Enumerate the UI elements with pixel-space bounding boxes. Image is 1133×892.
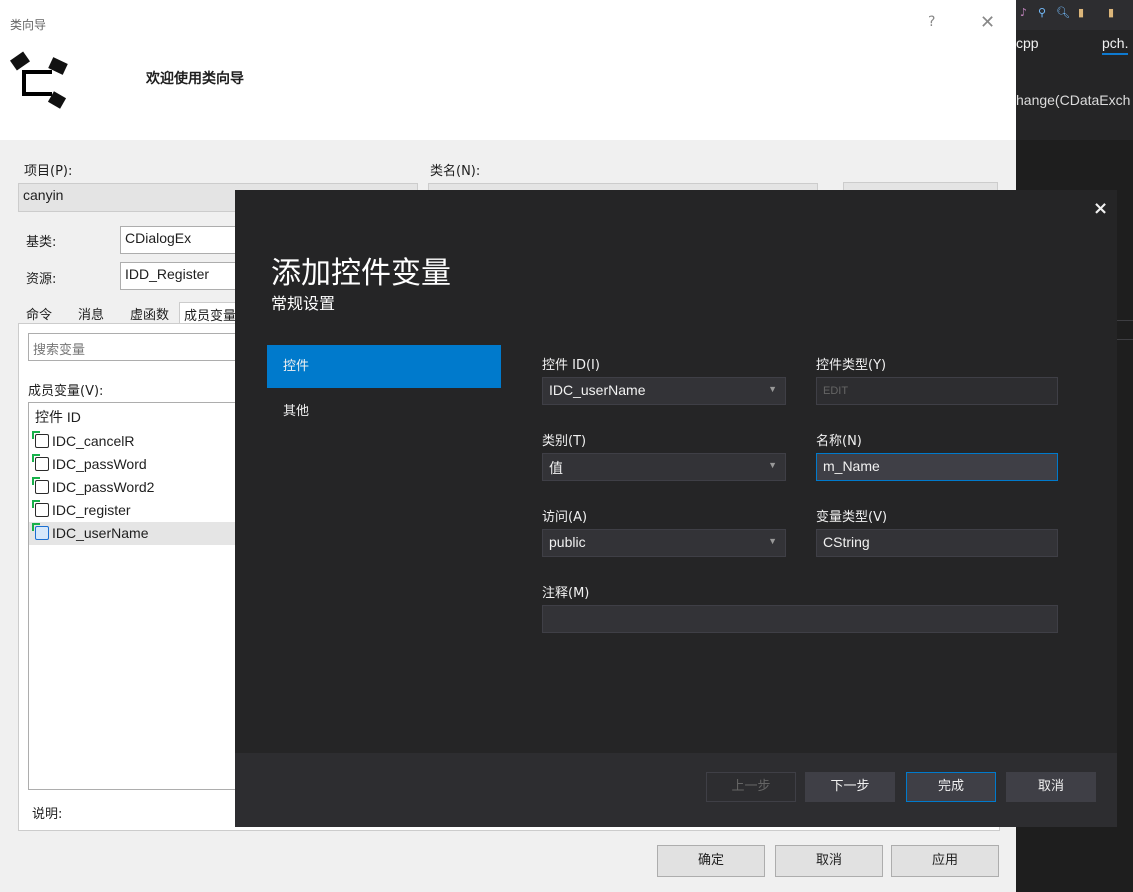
close-button[interactable]: ✕ bbox=[980, 12, 995, 33]
search-variables-input[interactable]: 搜索变量 bbox=[28, 333, 248, 361]
base-class-label: 基类: bbox=[26, 235, 57, 250]
nav-other[interactable]: 其他 bbox=[267, 390, 501, 433]
control-id-value: IDC_userName bbox=[549, 382, 646, 398]
ide-tabs: cpp pch. bbox=[1016, 30, 1133, 60]
ide-code: hange(CDataExch bbox=[1016, 60, 1133, 140]
chevron-down-icon: ▼ bbox=[768, 536, 777, 546]
finish-button[interactable]: 完成 bbox=[906, 772, 996, 802]
dialog-subtitle: 常规设置 bbox=[271, 294, 336, 313]
close-icon[interactable]: × bbox=[1093, 198, 1108, 219]
dialog-cancel-button[interactable]: 取消 bbox=[1006, 772, 1096, 802]
access-value: public bbox=[549, 534, 586, 550]
resource-label: 资源: bbox=[26, 272, 57, 287]
code-line: hange(CDataExch bbox=[1016, 92, 1131, 108]
ide-tab-pch[interactable]: pch. bbox=[1102, 35, 1129, 55]
welcome-heading: 欢迎使用类向导 bbox=[146, 71, 244, 87]
description-label: 说明: bbox=[32, 807, 63, 822]
list-item-label: IDC_cancelR bbox=[52, 433, 135, 449]
list-item[interactable]: IDC_passWord2 bbox=[29, 476, 247, 499]
control-type-field: EDIT bbox=[816, 377, 1058, 405]
apply-button[interactable]: 应用 bbox=[891, 845, 999, 877]
comment-label: 注释(M) bbox=[542, 586, 590, 601]
name-label: 名称(N) bbox=[816, 434, 862, 449]
dialog-footer: 上一步 下一步 完成 取消 bbox=[235, 753, 1117, 827]
variable-type-label: 变量类型(V) bbox=[816, 510, 888, 525]
comment-input[interactable] bbox=[542, 605, 1058, 633]
category-select[interactable]: 值 ▼ bbox=[542, 453, 786, 481]
control-icon bbox=[32, 431, 49, 448]
chevron-down-icon: ▼ bbox=[768, 460, 777, 470]
member-variables-label: 成员变量(V): bbox=[28, 384, 104, 399]
ide-toolbar: ♪ ⚲ 🔍︎ ▮ ▮ bbox=[1016, 0, 1133, 30]
name-input[interactable]: m_Name bbox=[816, 453, 1058, 481]
control-type-label: 控件类型(Y) bbox=[816, 358, 887, 373]
find-icon[interactable]: 🔍︎ bbox=[1056, 6, 1070, 19]
access-label: 访问(A) bbox=[542, 510, 588, 525]
tab-messages[interactable]: 消息 bbox=[74, 302, 108, 324]
wizard-header: 类向导 ? ✕ 欢迎使用类向导 bbox=[0, 0, 1016, 140]
control-icon bbox=[32, 500, 49, 517]
chevron-down-icon: ▼ bbox=[768, 384, 777, 394]
classname-label: 类名(N): bbox=[430, 164, 481, 179]
tab-commands[interactable]: 命令 bbox=[22, 302, 56, 324]
control-icon bbox=[32, 454, 49, 471]
toolbar-icon[interactable]: ♪ bbox=[1020, 6, 1027, 19]
project-label: 项目(P): bbox=[24, 164, 73, 179]
list-item[interactable]: IDC_register bbox=[29, 499, 247, 522]
tab-member-variables[interactable]: 成员变量 bbox=[179, 302, 239, 324]
ide-tab-cpp[interactable]: cpp bbox=[1016, 35, 1039, 51]
file-icon[interactable]: ▮ bbox=[1108, 6, 1114, 19]
list-item[interactable]: IDC_passWord bbox=[29, 453, 247, 476]
control-icon bbox=[32, 523, 49, 540]
control-id-select[interactable]: IDC_userName ▼ bbox=[542, 377, 786, 405]
list-item-selected[interactable]: IDC_userName bbox=[29, 522, 247, 545]
category-value: 值 bbox=[549, 460, 563, 476]
list-column-header[interactable]: 控件 ID bbox=[35, 407, 81, 427]
control-icon bbox=[32, 477, 49, 494]
list-item-label: IDC_userName bbox=[52, 525, 149, 541]
list-item-label: IDC_register bbox=[52, 502, 131, 518]
tab-virtual-functions[interactable]: 虚函数 bbox=[126, 302, 173, 324]
folder-icon[interactable]: ▮ bbox=[1078, 6, 1084, 19]
add-control-variable-dialog: × 添加控件变量 常规设置 控件 其他 控件 ID(I) IDC_userNam… bbox=[235, 190, 1117, 827]
class-wizard-logo-icon bbox=[10, 51, 68, 109]
variable-type-input[interactable]: CString bbox=[816, 529, 1058, 557]
list-item[interactable]: IDC_cancelR bbox=[29, 430, 247, 453]
base-class-field[interactable]: CDialogEx bbox=[120, 226, 240, 254]
ok-button[interactable]: 确定 bbox=[657, 845, 765, 877]
member-variables-list[interactable]: 控件 ID IDC_cancelR IDC_passWord IDC_passW… bbox=[28, 402, 248, 790]
help-button[interactable]: ? bbox=[928, 14, 935, 30]
dialog-title: 添加控件变量 bbox=[271, 256, 451, 291]
cancel-button[interactable]: 取消 bbox=[775, 845, 883, 877]
list-item-label: IDC_passWord bbox=[52, 456, 147, 472]
nav-control[interactable]: 控件 bbox=[267, 345, 501, 388]
category-label: 类别(T) bbox=[542, 434, 587, 449]
list-item-label: IDC_passWord2 bbox=[52, 479, 155, 495]
search-icon[interactable]: ⚲ bbox=[1038, 6, 1046, 19]
prev-button[interactable]: 上一步 bbox=[706, 772, 796, 802]
next-button[interactable]: 下一步 bbox=[805, 772, 895, 802]
control-id-label: 控件 ID(I) bbox=[542, 358, 600, 373]
access-select[interactable]: public ▼ bbox=[542, 529, 786, 557]
window-title: 类向导 bbox=[10, 18, 47, 32]
resource-field[interactable]: IDD_Register bbox=[120, 262, 240, 290]
